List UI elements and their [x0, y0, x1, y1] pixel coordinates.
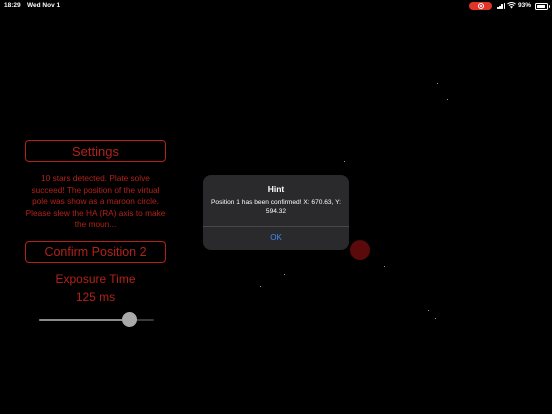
settings-button[interactable]: Settings: [25, 140, 166, 162]
status-date: Wed Nov 1: [27, 2, 61, 9]
star: [284, 274, 286, 276]
screen: 18:29 Wed Nov 1 93% Settings 10 stars de…: [0, 0, 552, 414]
exposure-slider[interactable]: [39, 312, 154, 327]
star: [437, 83, 439, 85]
star: [428, 310, 430, 312]
exposure-time-label: Exposure Time: [55, 272, 136, 286]
battery-icon: [535, 3, 550, 10]
exposure-time-value: 125 ms: [75, 290, 116, 304]
confirm-position-button[interactable]: Confirm Position 2: [25, 241, 166, 263]
star: [344, 161, 346, 163]
alert-ok-button[interactable]: OK: [203, 226, 349, 250]
virtual-pole-marker: [350, 240, 370, 260]
exposure-slider-fill: [39, 319, 130, 321]
recording-icon: [478, 3, 484, 9]
star: [435, 318, 437, 320]
hint-alert: Hint Position 1 has been confirmed! X: 6…: [203, 175, 349, 250]
cellular-signal-icon: [497, 3, 507, 9]
star: [260, 286, 262, 288]
star: [384, 266, 386, 268]
battery-percentage: 93%: [518, 2, 532, 9]
wifi-icon: [507, 2, 516, 9]
alert-title: Hint: [267, 184, 285, 194]
recording-indicator[interactable]: [469, 2, 492, 10]
exposure-slider-thumb[interactable]: [122, 312, 138, 327]
status-time: 18:29: [4, 2, 21, 9]
plate-solve-message: 10 stars detected. Plate solve succeed! …: [25, 173, 166, 229]
alert-message: Position 1 has been confirmed! X: 670.63…: [211, 199, 342, 215]
star: [447, 99, 449, 101]
status-bar: 18:29 Wed Nov 1 93%: [0, 0, 552, 12]
